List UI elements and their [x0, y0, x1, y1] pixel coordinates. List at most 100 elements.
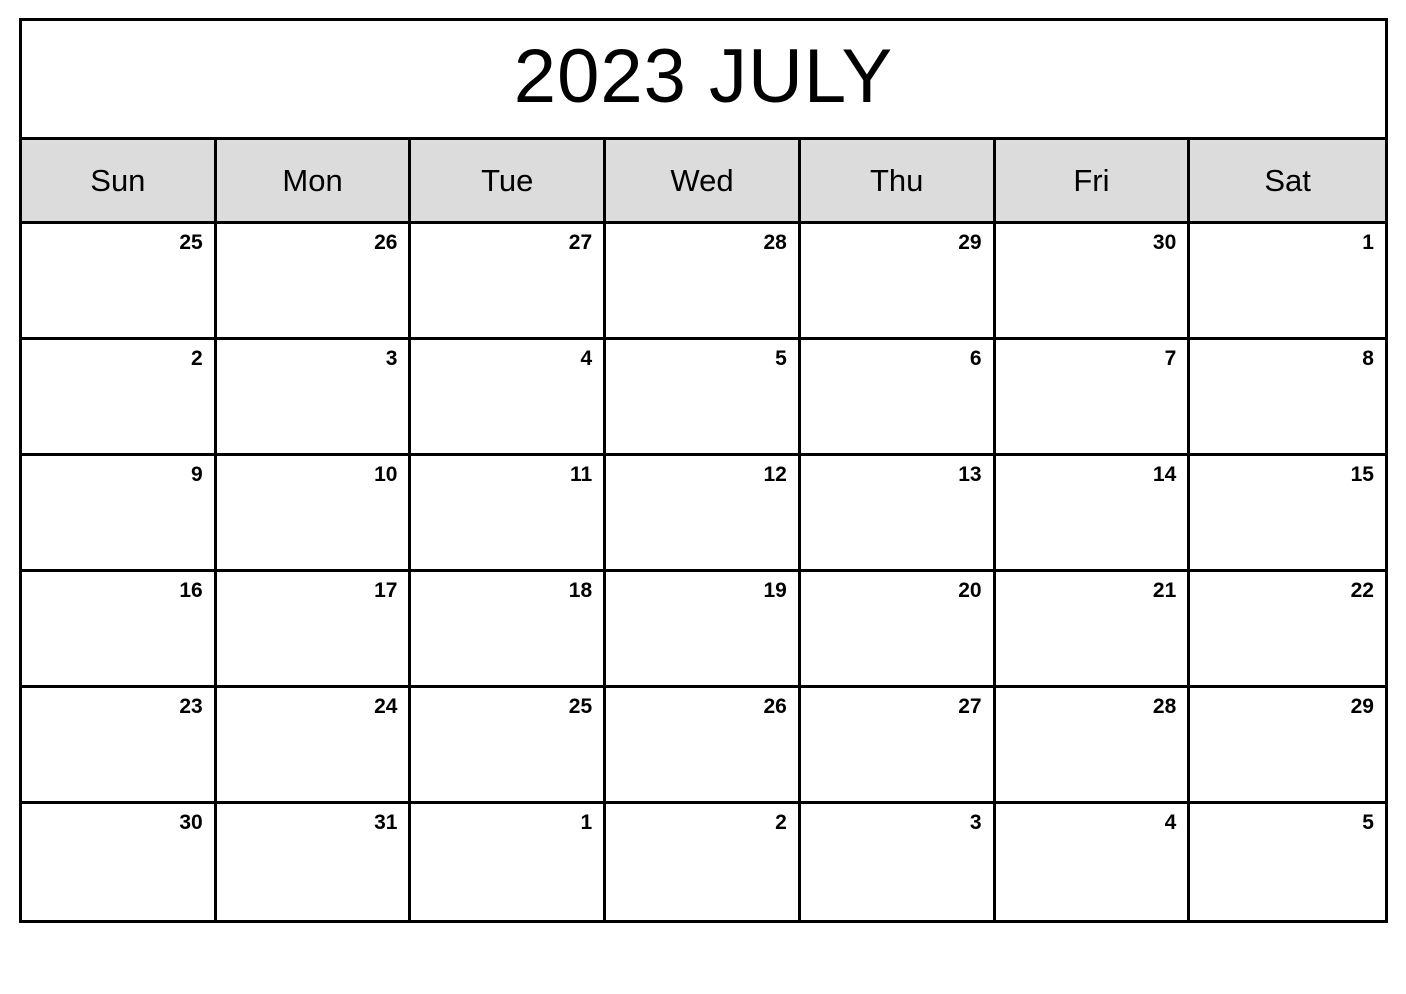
day-number: 28: [763, 231, 787, 254]
weekday-label: Mon: [282, 163, 343, 198]
weekday-header-sun: Sun: [22, 140, 217, 221]
weekday-header-mon: Mon: [216, 140, 412, 221]
weekday-header-tue: Tue: [411, 140, 607, 221]
weekday-header-sat: Sat: [1190, 140, 1385, 221]
day-cell[interactable]: 30: [22, 804, 217, 920]
week-row: 23 24 25 26 27 28 29: [22, 688, 1385, 804]
day-cell[interactable]: 27: [411, 224, 607, 337]
week-row: 25 26 27 28 29 30 1: [22, 224, 1385, 340]
day-cell[interactable]: 12: [606, 456, 801, 569]
day-cell[interactable]: 16: [22, 572, 217, 685]
day-cell[interactable]: 4: [995, 804, 1191, 920]
day-number: 20: [958, 579, 982, 602]
day-number: 31: [374, 811, 398, 834]
day-cell[interactable]: 27: [800, 688, 996, 801]
calendar-title-band: 2023 JULY: [22, 21, 1385, 140]
day-cell[interactable]: 26: [606, 688, 801, 801]
day-cell[interactable]: 14: [995, 456, 1191, 569]
day-cell[interactable]: 24: [216, 688, 412, 801]
day-cell[interactable]: 29: [1190, 688, 1385, 801]
day-number: 26: [763, 695, 787, 718]
week-row: 2 3 4 5 6 7 8: [22, 340, 1385, 456]
day-cell[interactable]: 3: [216, 340, 412, 453]
day-cell[interactable]: 23: [22, 688, 217, 801]
weekday-header-fri: Fri: [995, 140, 1191, 221]
calendar-weeks-grid: 25 26 27 28 29 30 1 2 3 4 5 6 7 8 9 10 1…: [22, 224, 1385, 920]
day-cell[interactable]: 4: [411, 340, 607, 453]
weekday-label: Wed: [670, 163, 734, 198]
day-number: 25: [568, 695, 593, 718]
day-number: 17: [374, 579, 398, 602]
day-number: 27: [958, 695, 982, 718]
day-cell[interactable]: 2: [22, 340, 217, 453]
day-cell[interactable]: 25: [411, 688, 607, 801]
day-cell[interactable]: 31: [216, 804, 412, 920]
day-cell[interactable]: 13: [800, 456, 996, 569]
day-cell[interactable]: 17: [216, 572, 412, 685]
day-number: 21: [1152, 579, 1177, 602]
calendar: 2023 JULY Sun Mon Tue Wed Thu Fri Sat 25…: [19, 18, 1388, 923]
day-cell[interactable]: 1: [1190, 224, 1385, 337]
day-cell[interactable]: 19: [606, 572, 801, 685]
day-number: 11: [569, 463, 593, 486]
day-cell[interactable]: 8: [1190, 340, 1385, 453]
day-number: 15: [1350, 463, 1374, 486]
day-number: 4: [580, 347, 593, 370]
day-number: 16: [179, 579, 203, 602]
day-cell[interactable]: 7: [995, 340, 1191, 453]
day-number: 2: [775, 811, 787, 834]
day-cell[interactable]: 5: [1190, 804, 1385, 920]
day-number: 3: [969, 811, 982, 834]
day-number: 18: [568, 579, 593, 602]
day-cell[interactable]: 18: [411, 572, 607, 685]
day-cell[interactable]: 29: [800, 224, 996, 337]
day-number: 30: [1152, 231, 1177, 254]
day-cell[interactable]: 1: [411, 804, 607, 920]
day-number: 7: [1164, 347, 1177, 370]
weekday-header-thu: Thu: [800, 140, 996, 221]
day-number: 12: [763, 463, 787, 486]
page-title: 2023 JULY: [513, 34, 894, 119]
day-number: 6: [969, 347, 982, 370]
week-row: 9 10 11 12 13 14 15: [22, 456, 1385, 572]
day-cell[interactable]: 10: [216, 456, 412, 569]
day-number: 28: [1152, 695, 1177, 718]
day-cell[interactable]: 6: [800, 340, 996, 453]
weekday-label: Sun: [90, 163, 146, 198]
day-number: 29: [1350, 695, 1374, 718]
weekday-label: Fri: [1073, 163, 1110, 198]
day-number: 29: [958, 231, 982, 254]
day-cell[interactable]: 3: [800, 804, 996, 920]
day-number: 27: [568, 231, 593, 254]
weekday-label: Sat: [1264, 163, 1311, 198]
day-number: 5: [1362, 811, 1374, 834]
day-number: 22: [1350, 579, 1374, 602]
day-cell[interactable]: 25: [22, 224, 217, 337]
weekday-header-wed: Wed: [606, 140, 801, 221]
day-cell[interactable]: 2: [606, 804, 801, 920]
day-number: 24: [374, 695, 398, 718]
day-number: 14: [1152, 463, 1177, 486]
day-number: 25: [179, 231, 203, 254]
day-cell[interactable]: 30: [995, 224, 1191, 337]
day-number: 19: [763, 579, 787, 602]
day-cell[interactable]: 26: [216, 224, 412, 337]
day-cell[interactable]: 20: [800, 572, 996, 685]
day-cell[interactable]: 28: [995, 688, 1191, 801]
day-number: 4: [1164, 811, 1177, 834]
day-number: 1: [1362, 231, 1374, 254]
day-cell[interactable]: 11: [411, 456, 607, 569]
day-cell[interactable]: 15: [1190, 456, 1385, 569]
weekday-label: Tue: [481, 163, 534, 198]
day-number: 26: [374, 231, 398, 254]
day-number: 13: [958, 463, 982, 486]
week-row: 16 17 18 19 20 21 22: [22, 572, 1385, 688]
weekday-header-row: Sun Mon Tue Wed Thu Fri Sat: [22, 140, 1385, 224]
day-number: 8: [1362, 347, 1374, 370]
day-cell[interactable]: 9: [22, 456, 217, 569]
day-cell[interactable]: 21: [995, 572, 1191, 685]
day-cell[interactable]: 28: [606, 224, 801, 337]
day-cell[interactable]: 5: [606, 340, 801, 453]
day-cell[interactable]: 22: [1190, 572, 1385, 685]
day-number: 23: [179, 695, 203, 718]
